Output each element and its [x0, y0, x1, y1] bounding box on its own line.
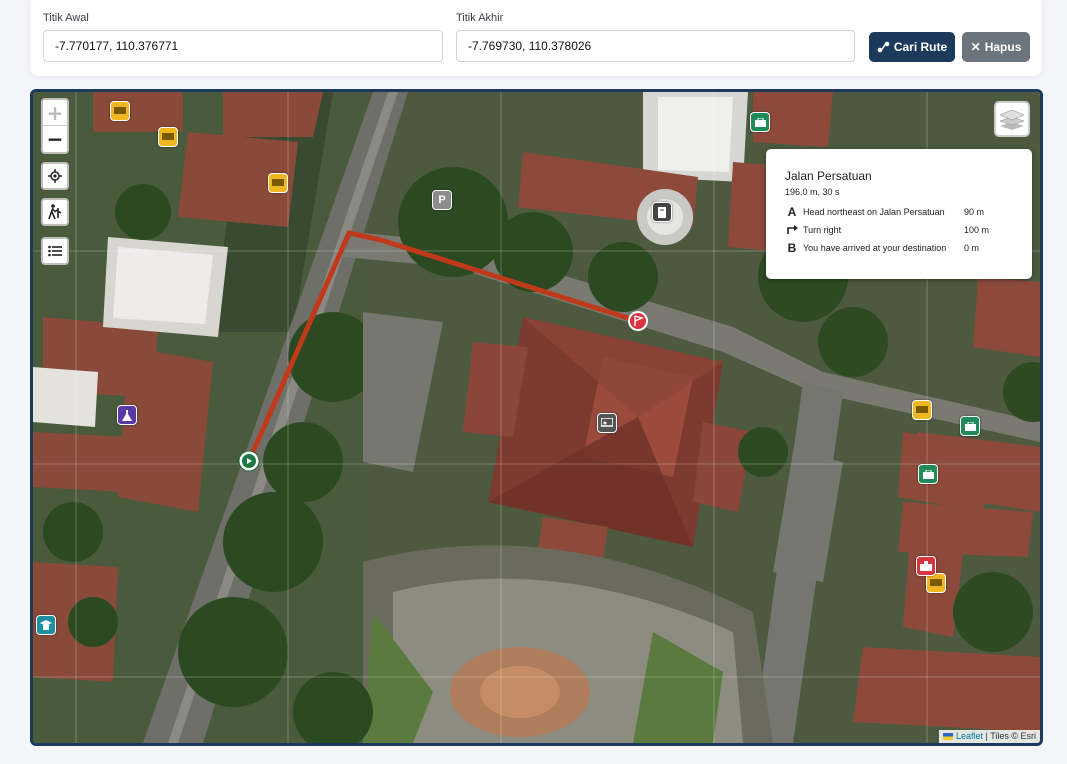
walking-mode-button[interactable]	[41, 198, 69, 226]
flask-icon[interactable]	[117, 405, 137, 425]
clear-label: Hapus	[984, 40, 1022, 54]
itinerary-step[interactable]: A Head northeast on Jalan Persatuan 90 m	[785, 203, 1032, 221]
locate-button[interactable]	[41, 162, 69, 190]
start-point-input[interactable]	[43, 30, 443, 62]
list-icon	[48, 245, 62, 257]
layers-button[interactable]	[994, 101, 1030, 137]
bus-icon[interactable]	[158, 127, 178, 147]
tiles-credit: | Tiles © Esri	[985, 731, 1036, 741]
route-form: Titik Awal Titik Akhir Cari Rute ✕ Hapus	[30, 0, 1042, 76]
close-icon: ✕	[970, 40, 981, 54]
search-route-label: Cari Rute	[893, 40, 948, 54]
search-route-button[interactable]: Cari Rute	[869, 32, 955, 62]
briefcase-icon[interactable]	[918, 464, 938, 484]
step-instruction: You have arrived at your destination	[803, 243, 947, 253]
itinerary-title: Jalan Persatuan	[785, 169, 872, 183]
map-container[interactable]: P + − Jalan Persatuan 196.0 m, 30 s A He…	[30, 89, 1043, 746]
hospital-icon[interactable]	[916, 556, 936, 576]
step-distance: 0 m	[964, 243, 980, 253]
parking-icon[interactable]: P	[432, 190, 452, 210]
itinerary-toggle-button[interactable]	[41, 237, 69, 265]
briefcase-icon[interactable]	[750, 112, 770, 132]
layers-icon	[1000, 109, 1024, 130]
itinerary-step[interactable]: B You have arrived at your destination 0…	[785, 239, 1032, 257]
ukraine-flag-icon	[943, 733, 954, 741]
start-marker[interactable]	[238, 450, 260, 472]
bus-icon[interactable]	[268, 173, 288, 193]
locate-icon	[48, 169, 62, 183]
step-instruction: Turn right	[803, 225, 842, 235]
arrive-icon: B	[787, 241, 797, 255]
itinerary-panel: Jalan Persatuan 196.0 m, 30 s A Head nor…	[766, 149, 1032, 279]
zoom-in-button[interactable]: +	[43, 100, 67, 126]
end-marker[interactable]	[628, 311, 648, 331]
leaflet-link[interactable]: Leaflet	[956, 731, 983, 741]
step-instruction: Head northeast on Jalan Persatuan	[803, 207, 945, 217]
bus-icon[interactable]	[110, 101, 130, 121]
clear-button[interactable]: ✕ Hapus	[962, 32, 1030, 62]
step-distance: 100 m	[964, 225, 990, 235]
itinerary-summary: 196.0 m, 30 s	[785, 187, 840, 197]
briefcase-icon[interactable]	[960, 416, 980, 436]
itinerary-step[interactable]: Turn right 100 m	[785, 221, 1032, 239]
school-icon[interactable]	[36, 615, 56, 635]
zoom-out-button[interactable]: −	[43, 126, 67, 152]
step-distance: 90 m	[964, 207, 985, 217]
turn-right-icon	[785, 223, 799, 237]
bus-icon[interactable]	[926, 573, 946, 593]
presentation-icon[interactable]	[597, 413, 617, 433]
map-attribution: Leaflet | Tiles © Esri	[939, 730, 1040, 743]
bus-icon[interactable]	[912, 400, 932, 420]
end-point-label: Titik Akhir	[456, 12, 504, 24]
zoom-control: + −	[41, 98, 69, 154]
end-point-input[interactable]	[456, 30, 855, 62]
start-point-label: Titik Awal	[43, 12, 89, 24]
depart-icon: A	[787, 205, 797, 219]
person-walking-icon	[48, 204, 62, 220]
route-icon	[877, 41, 890, 53]
book-icon[interactable]	[652, 202, 672, 222]
